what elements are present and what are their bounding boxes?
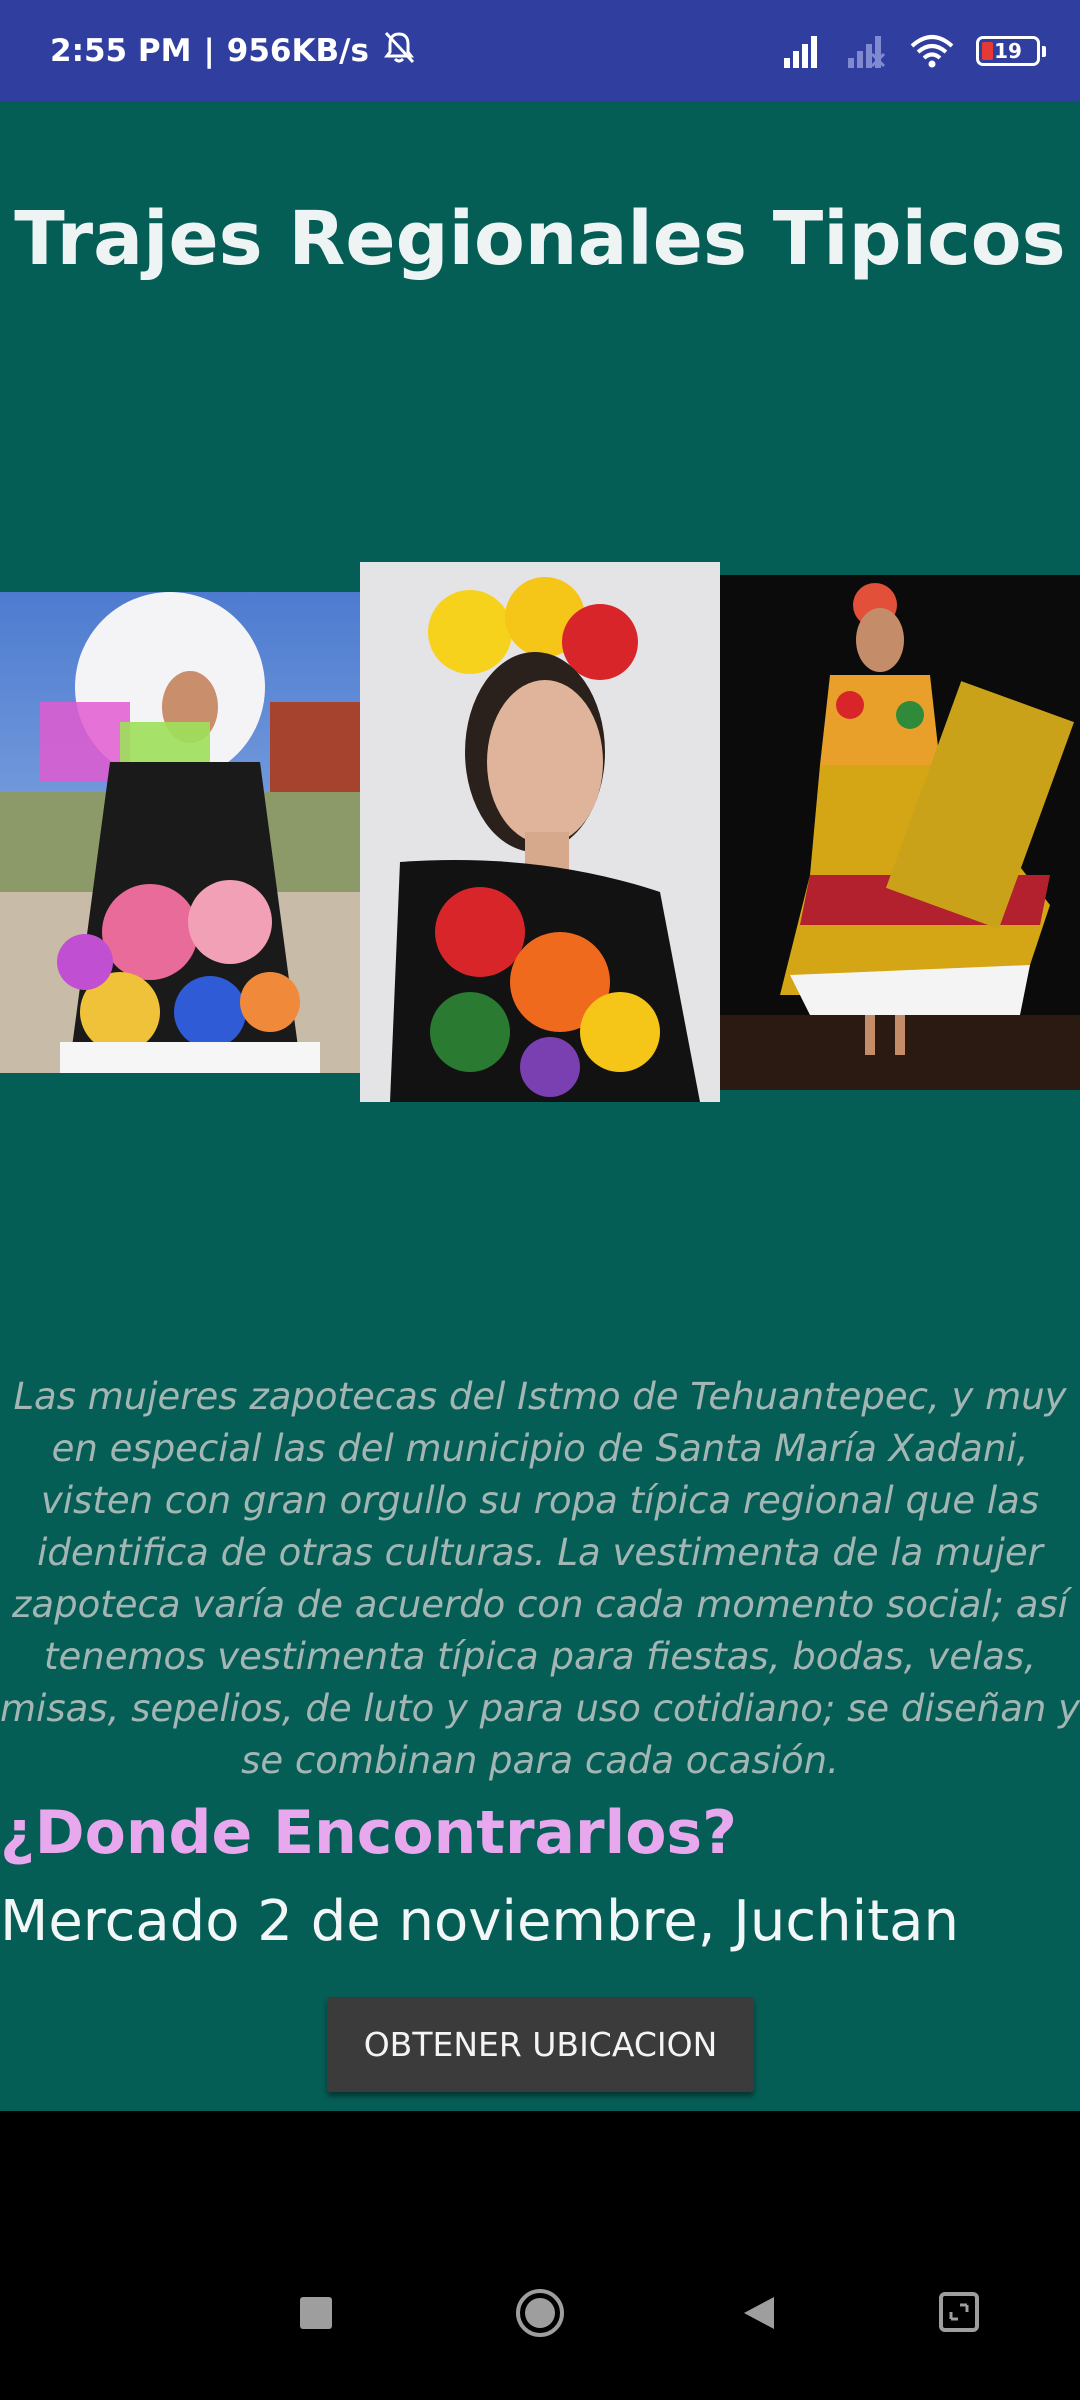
where-title: ¿Donde Encontrarlos? [0,1798,737,1868]
main-content: Trajes Regionales Tipicos Las mujeres za… [0,101,1080,2111]
back-icon[interactable] [740,2295,776,2336]
network-speed: 956KB/s [226,32,369,69]
costume-photo-1 [0,592,360,1073]
status-time: 2:55 PM [50,32,192,69]
wifi-icon [910,34,954,68]
description-text: Las mujeres zapotecas del Istmo de Tehua… [0,1375,1080,1782]
costume-photo-2 [360,562,720,1102]
recent-apps-icon[interactable] [298,2295,334,2336]
battery-level: 19 [994,38,1022,63]
page-title: Trajes Regionales Tipicos [14,196,1066,282]
status-separator: | [203,32,215,69]
signal-no-service-icon [846,34,888,68]
bell-off-icon [381,29,417,73]
place-name: Mercado 2 de noviembre, Juchitan [0,1889,959,1954]
signal-icon [782,34,824,68]
costume-photo-3 [720,575,1080,1090]
status-right: 19 [782,0,1046,101]
status-left: 2:55 PM | 956KB/s [50,0,417,101]
navigation-bar [0,2111,1080,2400]
screenshot-icon[interactable] [938,2291,980,2338]
get-location-button[interactable]: OBTENER UBICACION [327,1997,754,2092]
home-icon[interactable] [514,2287,566,2344]
battery-icon: 19 [976,35,1046,66]
status-bar: 2:55 PM | 956KB/s 19 [0,0,1080,101]
